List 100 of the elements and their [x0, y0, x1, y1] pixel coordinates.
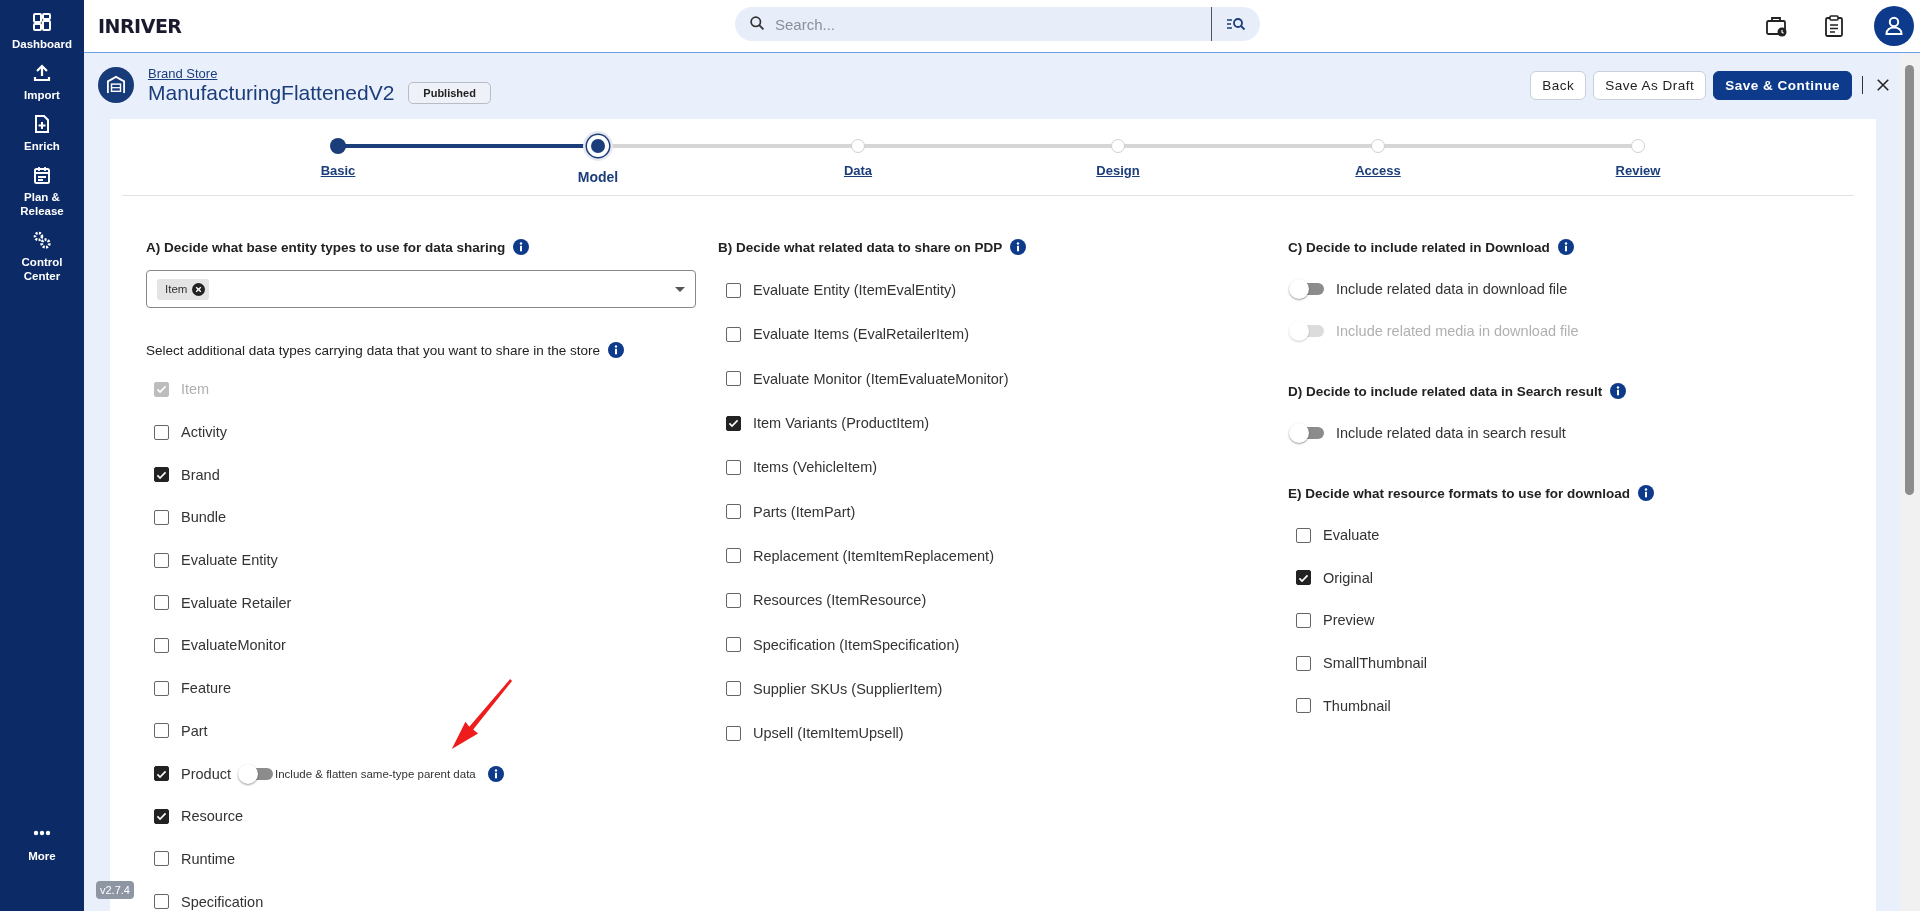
checkbox[interactable] — [154, 766, 169, 782]
checkbox-label: Feature — [181, 680, 231, 697]
entity-type-select[interactable]: Item — [146, 270, 696, 308]
checkbox-label: Replacement (ItemItemReplacement) — [753, 547, 994, 564]
sidebar-item[interactable]: Enrich — [0, 112, 84, 163]
checkbox-label: Product — [181, 765, 231, 782]
checkbox-label: Part — [181, 722, 208, 739]
scrollbar-thumb[interactable] — [1905, 65, 1914, 495]
checkbox-label: Brand — [181, 466, 220, 483]
clipboard-icon[interactable] — [1822, 14, 1846, 38]
entity-chip: Item — [157, 278, 210, 300]
caret-icon — [675, 286, 685, 292]
info-icon[interactable] — [1610, 383, 1627, 399]
checkbox-label: Supplier SKUs (SupplierItem) — [753, 680, 943, 697]
file-plus-icon — [32, 114, 52, 134]
checkbox[interactable] — [154, 723, 169, 739]
checkbox-label: Evaluate Retailer — [181, 594, 292, 611]
action-button[interactable]: Save As Draft — [1593, 70, 1707, 100]
section-heading: C) Decide to include related in Download — [1288, 239, 1550, 255]
checkbox[interactable] — [154, 595, 169, 611]
sidebar-item[interactable]: Control Center — [0, 228, 84, 293]
info-icon[interactable] — [1638, 485, 1655, 501]
checkbox-label: Upsell (ItemItemUpsell) — [753, 725, 904, 742]
checkbox-label: Thumbnail — [1323, 697, 1391, 714]
checkbox[interactable] — [726, 681, 741, 697]
checkbox[interactable] — [154, 808, 169, 824]
checkbox[interactable] — [726, 504, 741, 520]
section-heading: B) Decide what related data to share on PDP — [718, 239, 1003, 255]
info-icon[interactable] — [487, 765, 504, 782]
upload-icon — [32, 63, 52, 83]
checkbox[interactable] — [1296, 613, 1311, 628]
checkbox-label: Evaluate — [1323, 527, 1380, 544]
action-button[interactable]: Back — [1530, 70, 1587, 100]
hint-text: Select additional data types carrying data that you want to share in the store — [146, 342, 601, 358]
checkbox-label: Evaluate Entity — [181, 552, 278, 569]
checkbox[interactable] — [154, 552, 169, 568]
save-continue-button[interactable]: Save & Continue — [1713, 70, 1852, 100]
checkbox[interactable] — [726, 592, 741, 608]
toggle-label: Include & flatten same-type parent data — [275, 767, 476, 780]
checkbox-label: Preview — [1323, 612, 1375, 629]
dashboard-icon — [32, 12, 52, 32]
checkbox[interactable] — [726, 326, 741, 342]
info-icon[interactable] — [1010, 239, 1027, 255]
checkbox-label: Evaluate Items (EvalRetailerItem) — [753, 326, 969, 343]
checkbox-label: Bundle — [181, 509, 227, 526]
checkbox-label: Evaluate Entity (ItemEvalEntity) — [753, 282, 957, 299]
status-badge: Published — [408, 81, 491, 104]
avatar-icon[interactable] — [1874, 6, 1914, 46]
checkbox-label: Specification (ItemSpecification) — [753, 636, 960, 653]
checkbox[interactable] — [726, 459, 741, 475]
more-menu[interactable]: More — [0, 827, 84, 873]
step-link[interactable]: Basic — [320, 163, 356, 178]
checkbox[interactable] — [726, 415, 741, 431]
search-field[interactable]: Search... — [735, 7, 1211, 41]
info-icon[interactable] — [513, 239, 530, 255]
toggle-switch[interactable] — [237, 762, 275, 785]
step-link[interactable]: Access — [1355, 163, 1401, 178]
checkbox[interactable] — [154, 509, 169, 525]
checkbox[interactable] — [726, 725, 741, 741]
step-link[interactable]: Review — [1615, 163, 1661, 178]
section-heading: E) Decide what resource formats to use for download — [1288, 485, 1631, 501]
checkbox[interactable] — [726, 548, 741, 564]
checkbox[interactable] — [1296, 570, 1311, 586]
remove-icon[interactable] — [192, 282, 206, 296]
sidebar-item[interactable]: Import — [0, 61, 84, 112]
checkbox-label: Item Variants (ProductItem) — [753, 415, 930, 432]
sidebar-item[interactable]: Plan & Release — [0, 163, 84, 228]
checkbox-label: Activity — [181, 424, 227, 441]
advanced-search-button[interactable] — [1212, 7, 1260, 41]
briefcase-clock-icon[interactable] — [1764, 14, 1788, 38]
close-icon[interactable] — [1876, 78, 1890, 92]
step-link[interactable]: Model — [577, 169, 619, 185]
checkbox-label: Original — [1323, 569, 1373, 586]
step-link[interactable]: Design — [1096, 163, 1140, 178]
checkbox[interactable] — [154, 467, 169, 483]
checkbox-label: Resources (ItemResource) — [753, 592, 927, 609]
info-icon[interactable] — [1557, 239, 1574, 255]
checkbox-label: Resource — [181, 808, 244, 825]
section-heading: A) Decide what base entity types to use for data sharing — [146, 239, 506, 255]
checkbox[interactable] — [154, 680, 169, 696]
checkbox[interactable] — [154, 894, 169, 910]
breadcrumb-link[interactable]: Brand Store — [148, 65, 491, 81]
checkbox[interactable] — [1296, 698, 1311, 714]
checkbox[interactable] — [1296, 655, 1311, 671]
checkbox[interactable] — [726, 282, 741, 298]
toggle-switch[interactable] — [1288, 278, 1326, 300]
calendar-icon — [32, 165, 52, 185]
checkbox[interactable] — [154, 851, 169, 867]
checkbox[interactable] — [1296, 527, 1311, 543]
checkbox[interactable] — [726, 371, 741, 387]
info-icon[interactable] — [608, 342, 625, 358]
checkbox[interactable] — [726, 637, 741, 652]
sidebar-item[interactable]: Dashboard — [0, 10, 84, 61]
toggle-switch[interactable] — [1288, 422, 1326, 444]
checkbox[interactable] — [154, 637, 169, 653]
version-label: v2.7.4 — [96, 881, 134, 899]
checkbox[interactable] — [154, 424, 169, 440]
more-icon — [32, 829, 52, 837]
checkbox-label: EvaluateMonitor — [181, 637, 286, 654]
step-link[interactable]: Data — [843, 163, 873, 178]
